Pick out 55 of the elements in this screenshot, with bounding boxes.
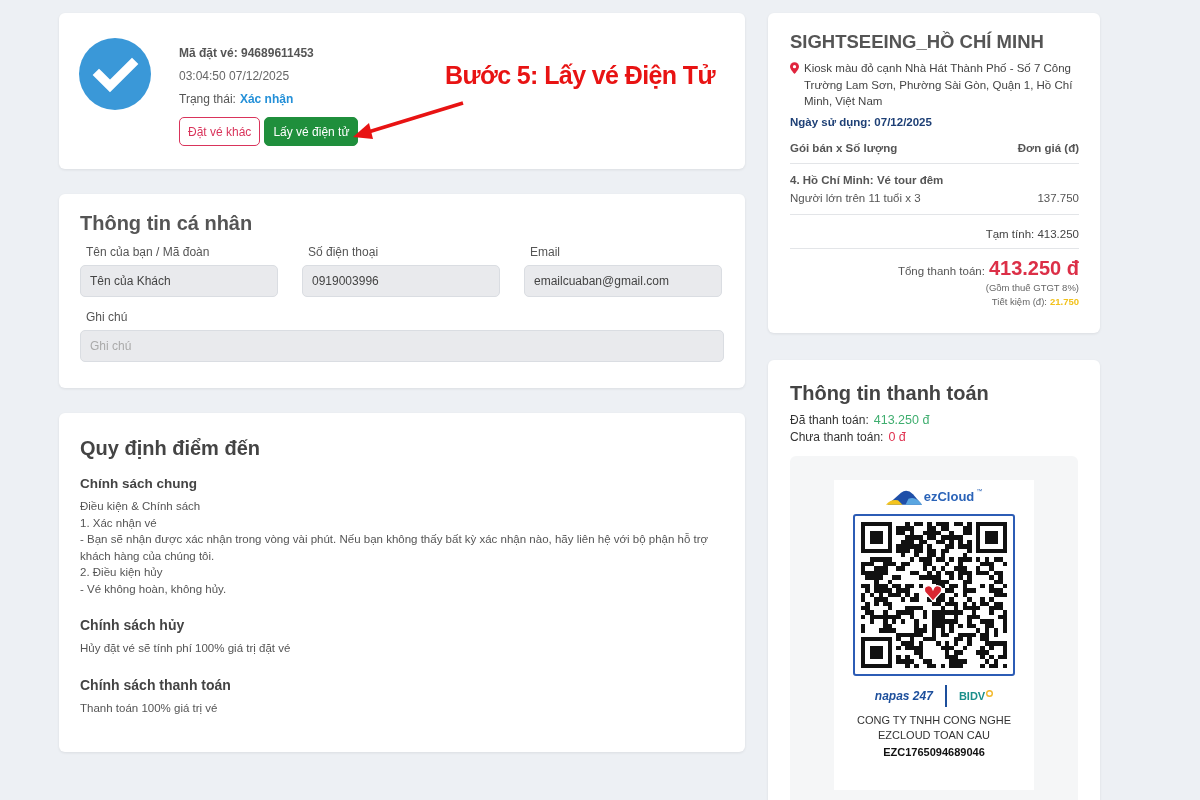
policy-text: 1. Xác nhận vé: [80, 515, 158, 531]
policy-text: Hủy đặt vé sẽ tính phí 100% giá trị đặt vé: [80, 641, 292, 656]
cloud-icon: [885, 488, 922, 505]
payment-label: Đã thanh toán:: [790, 413, 869, 427]
payment-label: Chưa thanh toán:: [790, 430, 884, 444]
field-label: Ghi chú: [85, 310, 129, 324]
tax-note: (Gồm thuế GTGT 8%): [984, 281, 1079, 293]
booking-code: Mã đặt vé: 94689611453: [179, 46, 315, 60]
unit-price: 137.750: [1037, 191, 1079, 204]
field-label: Tên của bạn / Mã đoàn: [85, 245, 211, 259]
savings-label: Tiết kiệm (đ):: [991, 295, 1047, 307]
section-title: Thông tin cá nhân: [80, 212, 254, 235]
policy-heading: Chính sách chung: [80, 476, 198, 491]
policy-text: - Bạn sẽ nhận được xác nhận trong vòng vài phút. Nếu bạn không thấy bất kỳ xác nhận nào, hãy liên hệ với bộ phận hỗ trợ khách hàng của chúng tôi.: [80, 532, 710, 564]
network-logo: napas 247: [874, 689, 933, 703]
booking-time: 03:04:50 07/12/2025: [179, 69, 291, 83]
check-icon: [79, 38, 151, 110]
column-header: Đơn giá (đ): [1017, 141, 1079, 154]
input-field[interactable]: 0919003996: [302, 265, 500, 297]
book-again-button[interactable]: Đặt vé khác: [179, 117, 261, 146]
policy-text: Điều kiện & Chính sách: [80, 499, 202, 514]
policy-text: 2. Điều kiện hủy: [80, 565, 164, 580]
location-pin-icon: [790, 62, 799, 74]
input-field[interactable]: emailcuaban@gmail.com: [524, 265, 722, 297]
payment-amount: 413.250 đ: [873, 413, 930, 427]
status-label: Trạng thái:: [179, 92, 236, 106]
package-name: 4. Hồ Chí Minh: Vé tour đêm: [790, 173, 945, 186]
total-label: Tổng thanh toán:: [897, 264, 985, 277]
heart-icon: [923, 584, 943, 602]
annotation-text: Bước 5: Lấy vé Điện Tử: [445, 61, 716, 90]
status-value: Xác nhận: [239, 92, 294, 106]
address-text: Kiosk màu đỏ cạnh Nhà Hát Thành Phố - Số 7 Công Trường Lam Sơn, Phường Sài Gòn, Quận 1, Hồ Chí Minh, Việt Nam: [804, 61, 1074, 109]
field-label: Email: [529, 245, 561, 259]
company-name: CONG TY TNHH CONG NGHE EZCLOUD TOAN CAU: [856, 713, 1012, 743]
policy-heading: Chính sách thanh toán: [80, 676, 232, 693]
ticket-quantity: Người lớn trên 11 tuổi x 3: [790, 191, 921, 204]
total-amount: 413.250 đ: [988, 256, 1079, 280]
section-title: Quy định điểm đến: [80, 437, 261, 460]
policy-text: - Vé không hoàn, không hủy.: [80, 581, 228, 597]
e-ticket-button[interactable]: Lấy vé điện tử: [264, 117, 359, 146]
tour-title: SIGHTSEEING_HỒ CHÍ MINH: [790, 31, 1045, 53]
input-field[interactable]: Tên của Khách: [80, 265, 278, 297]
brand-name: ezCloud: [923, 489, 975, 504]
policy-text: Thanh toán 100% giá trị vé: [80, 700, 219, 716]
use-date: Ngày sử dụng: 07/12/2025: [790, 115, 933, 128]
savings-amount: 21.750: [1049, 295, 1079, 307]
policy-heading: Chính sách hủy: [80, 617, 186, 633]
payment-reference: EZC1765094689046: [883, 746, 985, 758]
column-header: Gói bán x Số lượng: [790, 141, 898, 154]
bank-logo: BIDV: [958, 690, 986, 702]
note-field[interactable]: Ghi chú: [80, 330, 724, 362]
field-label: Số điện thoại: [307, 245, 380, 259]
payment-amount: 0 đ: [888, 430, 906, 444]
subtotal: Tạm tính: 413.250: [790, 227, 1079, 249]
section-title: Thông tin thanh toán: [790, 382, 990, 405]
